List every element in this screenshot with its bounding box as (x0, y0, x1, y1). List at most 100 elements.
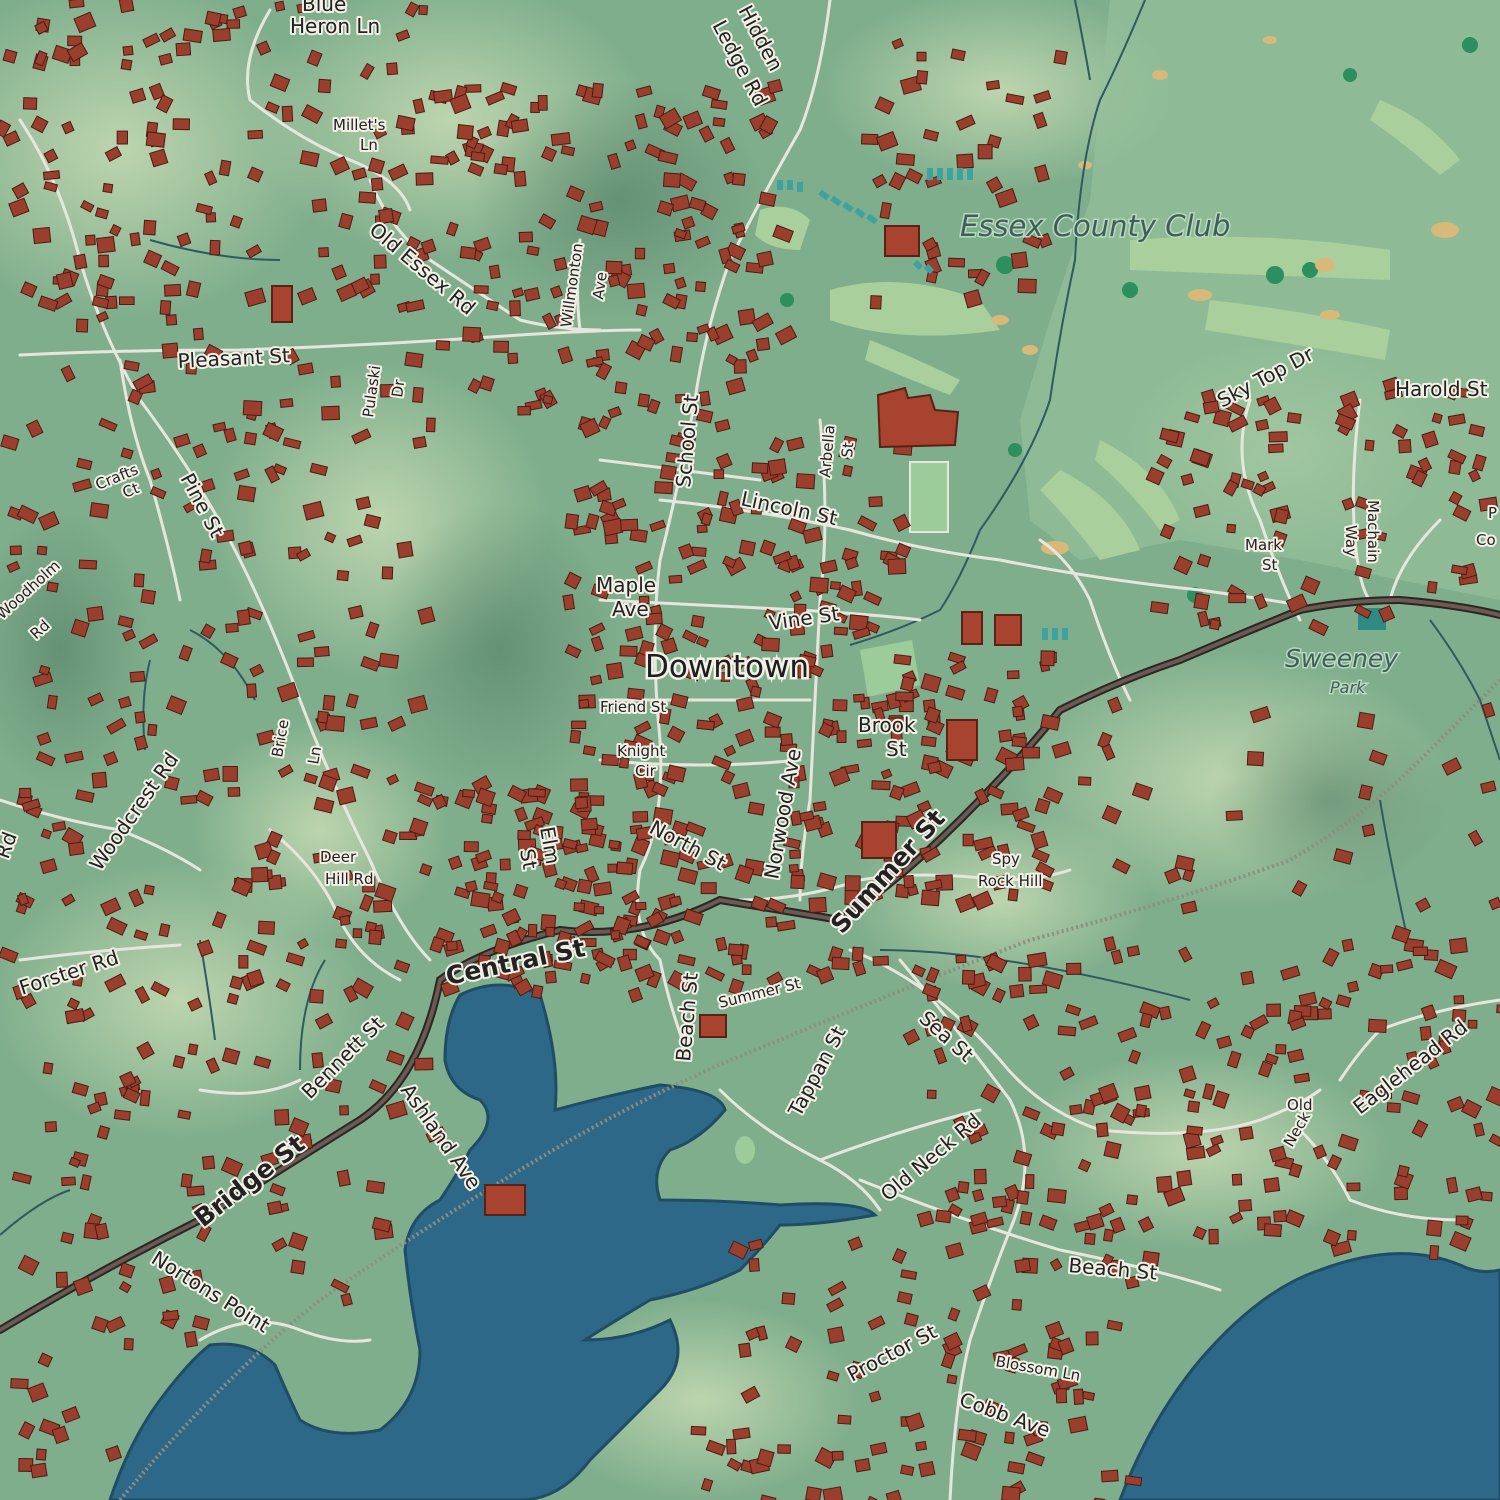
street-label: Harold St (1395, 377, 1488, 401)
building (123, 1337, 134, 1351)
building (159, 299, 172, 316)
building (180, 1173, 193, 1189)
building (920, 889, 941, 907)
map-svg[interactable]: Downtown Essex County Club Sweeney Park … (0, 0, 1500, 1500)
building (1346, 1182, 1361, 1192)
building (973, 1168, 987, 1185)
building (243, 431, 258, 446)
building (1226, 523, 1237, 534)
building (842, 464, 854, 477)
street-label: St (1262, 556, 1278, 574)
building (576, 878, 593, 895)
building (499, 858, 511, 871)
building (318, 247, 330, 258)
building (690, 1425, 707, 1436)
building (1273, 507, 1290, 525)
building (1001, 1485, 1021, 1500)
building (373, 254, 387, 269)
street-label: St (515, 847, 542, 872)
building (696, 719, 715, 731)
street-label: Brook (858, 713, 916, 737)
building (916, 51, 927, 62)
building (578, 698, 590, 709)
building (418, 4, 429, 16)
building (201, 1155, 216, 1170)
building (1102, 1228, 1115, 1243)
building (666, 764, 687, 783)
building (634, 247, 646, 260)
building (1386, 1102, 1401, 1113)
building (738, 539, 756, 557)
building (738, 1342, 752, 1358)
building (386, 62, 399, 76)
building (991, 1195, 1008, 1209)
building (1077, 776, 1092, 786)
building (837, 1414, 852, 1425)
building (668, 895, 683, 908)
street-label: Way (1342, 525, 1360, 557)
building (143, 884, 155, 896)
building (833, 626, 849, 636)
building (690, 614, 705, 629)
building (712, 117, 726, 128)
building (464, 880, 478, 893)
building (662, 262, 676, 275)
building (129, 232, 141, 247)
building (212, 27, 231, 43)
building (1018, 966, 1032, 982)
map-canvas[interactable]: Downtown Essex County Club Sweeney Park … (0, 0, 1500, 1500)
building (1225, 810, 1243, 822)
building (1361, 823, 1376, 838)
building (955, 954, 967, 964)
building (339, 914, 351, 926)
building (175, 42, 192, 57)
building (700, 882, 717, 895)
building (755, 337, 771, 352)
building (809, 576, 830, 594)
building (139, 1089, 151, 1107)
building (1158, 1005, 1172, 1021)
street-label: Machain (1364, 500, 1382, 563)
building (827, 1326, 845, 1344)
building (281, 105, 294, 123)
building (1046, 1188, 1067, 1204)
building (518, 231, 534, 243)
building (1467, 1019, 1478, 1029)
building (10, 1378, 29, 1390)
building (1231, 1173, 1243, 1186)
building (1011, 735, 1028, 748)
building (832, 699, 848, 712)
building (336, 569, 350, 582)
building (899, 675, 916, 692)
building (575, 842, 589, 854)
street-label: Spy (992, 850, 1020, 868)
building (1246, 750, 1265, 767)
building (322, 694, 336, 712)
building (470, 151, 486, 163)
building (358, 191, 377, 204)
building (412, 386, 424, 404)
building (523, 286, 541, 302)
building (309, 988, 324, 1004)
building (86, 605, 104, 622)
building (1126, 945, 1141, 958)
building (274, 1108, 290, 1126)
building (1009, 983, 1025, 999)
building (236, 484, 257, 503)
building (396, 540, 414, 559)
building (1040, 650, 1055, 667)
building (616, 861, 634, 876)
building (571, 720, 587, 729)
building (765, 916, 778, 928)
building (279, 398, 294, 409)
building (764, 726, 781, 738)
street-label: Co (1476, 531, 1496, 549)
street-label: St (886, 737, 907, 761)
building (488, 264, 501, 280)
building (861, 133, 879, 145)
building (1025, 1174, 1035, 1190)
building (96, 235, 116, 254)
building (635, 901, 647, 911)
building (605, 260, 623, 275)
building (404, 351, 424, 368)
